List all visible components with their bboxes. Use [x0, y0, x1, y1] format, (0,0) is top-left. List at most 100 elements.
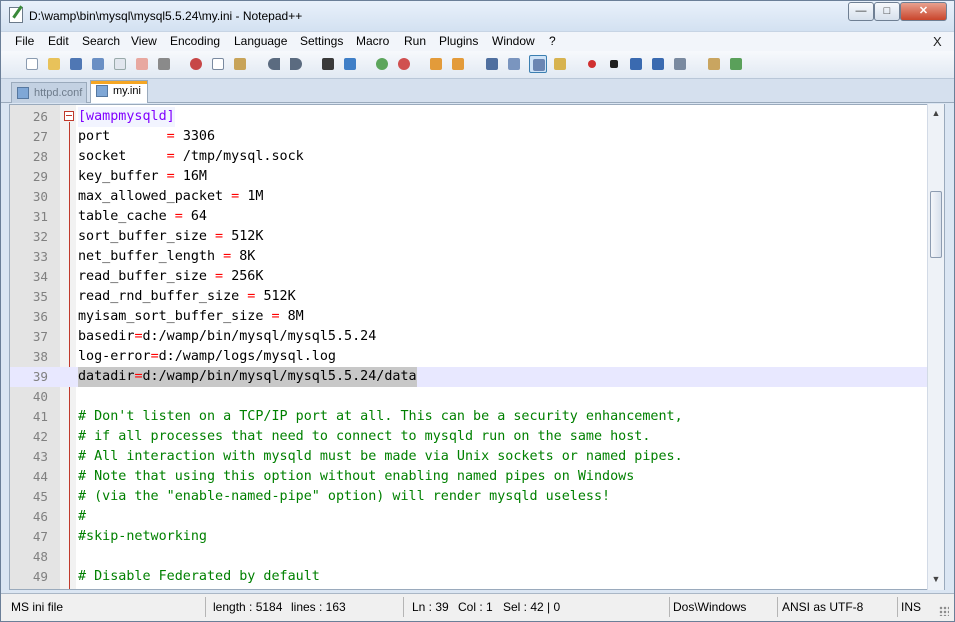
config-value: d:/wamp/bin/mysql/mysql5.5.24/data [142, 369, 417, 384]
code-line[interactable]: 29 key_buffer = 16M [10, 167, 928, 187]
title-bar[interactable]: D:\wamp\bin\mysql\mysql5.5.24\my.ini - N… [1, 1, 954, 31]
line-number: 40 [32, 389, 48, 404]
menu-settings[interactable]: Settings [300, 34, 343, 48]
new-file-icon[interactable] [23, 55, 41, 73]
menu-macro[interactable]: Macro [356, 34, 389, 48]
line-number: 30 [32, 189, 48, 204]
status-mode: INS [901, 600, 922, 614]
menu-edit[interactable]: Edit [48, 34, 69, 48]
code-line[interactable]: 44 # Note that using this option without … [10, 467, 928, 487]
minimize-button[interactable]: — [848, 2, 874, 21]
code-line[interactable]: 27 port = 3306 [10, 127, 928, 147]
status-sel: Sel : 42 | 0 [503, 600, 561, 614]
equals-operator: = [207, 229, 232, 244]
equals-operator: = [134, 329, 143, 344]
menu-view[interactable]: View [131, 34, 157, 48]
close-document-button[interactable]: X [933, 34, 942, 49]
save-icon[interactable] [67, 55, 85, 73]
save-all-icon[interactable] [89, 55, 107, 73]
menu-run[interactable]: Run [404, 34, 426, 48]
show-all-chars-icon[interactable] [505, 55, 523, 73]
print-icon[interactable] [155, 55, 173, 73]
editor-area[interactable]: 26 [wampmysqld] 27 port = 3306 28 socket = /t… [9, 104, 945, 590]
window-title: D:\wamp\bin\mysql\mysql5.5.24\my.ini - N… [29, 9, 303, 23]
line-number: 43 [32, 449, 48, 464]
tab-label: my.ini [113, 85, 141, 97]
tab-my-ini[interactable]: my.ini [90, 80, 148, 103]
notepad-app-icon[interactable] [9, 7, 23, 23]
zoom-out-icon[interactable] [395, 55, 413, 73]
code-line[interactable]: 28 socket = /tmp/mysql.sock [10, 147, 928, 167]
code-text: key_buffer = 16M [78, 167, 207, 187]
sync-vertical-icon[interactable] [427, 55, 445, 73]
close-all-icon[interactable] [133, 55, 151, 73]
paste-icon[interactable] [231, 55, 249, 73]
replace-icon[interactable] [341, 55, 359, 73]
play-multiple-icon[interactable] [649, 55, 667, 73]
maximize-button[interactable]: □ [874, 2, 900, 21]
scroll-up-icon[interactable]: ▲ [931, 108, 941, 118]
line-number: 34 [32, 269, 48, 284]
word-wrap-icon[interactable] [483, 55, 501, 73]
copy-icon[interactable] [209, 55, 227, 73]
code-line[interactable]: 35 read_rnd_buffer_size = 512K [10, 287, 928, 307]
save-macro-icon[interactable] [671, 55, 689, 73]
record-macro-icon[interactable] [583, 55, 601, 73]
menu-help[interactable]: ? [549, 34, 556, 48]
close-button[interactable]: ✕ [900, 2, 947, 21]
code-line[interactable]: 38 log-error=d:/wamp/logs/mysql.log [10, 347, 928, 367]
code-line[interactable]: 47 #skip-networking [10, 527, 928, 547]
code-line[interactable]: 41 # Don't listen on a TCP/IP port at all… [10, 407, 928, 427]
code-text: sort_buffer_size = 512K [78, 227, 263, 247]
comment-text: #skip-networking [78, 529, 207, 544]
code-line[interactable]: 45 # (via the "enable-named-pipe" option)… [10, 487, 928, 507]
code-line[interactable]: 36 myisam_sort_buffer_size = 8M [10, 307, 928, 327]
play-macro-icon[interactable] [627, 55, 645, 73]
sync-horizontal-icon[interactable] [449, 55, 467, 73]
vertical-scrollbar[interactable]: ▲ ▼ [927, 104, 944, 590]
code-line[interactable]: 49 # Disable Federated by default [10, 567, 928, 587]
undo-icon[interactable] [265, 55, 283, 73]
spell-check-icon[interactable] [727, 55, 745, 73]
code-line[interactable]: 43 # All interaction with mysqld must be … [10, 447, 928, 467]
scroll-down-icon[interactable]: ▼ [931, 574, 941, 584]
config-value: 16M [182, 169, 207, 184]
menu-encoding[interactable]: Encoding [170, 34, 220, 48]
status-eol: Dos\Windows [673, 600, 747, 614]
menu-file[interactable]: File [15, 34, 34, 48]
menu-language[interactable]: Language [234, 34, 287, 48]
menu-window[interactable]: Window [492, 34, 535, 48]
resize-grip-icon[interactable] [939, 606, 949, 616]
stop-record-icon[interactable] [605, 55, 623, 73]
user-lang-icon[interactable] [551, 55, 569, 73]
zoom-in-icon[interactable] [373, 55, 391, 73]
code-line[interactable]: 31 table_cache = 64 [10, 207, 928, 227]
redo-icon[interactable] [287, 55, 305, 73]
close-file-icon[interactable] [111, 55, 129, 73]
code-line[interactable]: 33 net_buffer_length = 8K [10, 247, 928, 267]
code-line[interactable]: 32 sort_buffer_size = 512K [10, 227, 928, 247]
code-line[interactable]: 26 [wampmysqld] [10, 107, 928, 127]
code-line[interactable]: 37 basedir=d:/wamp/bin/mysql/mysql5.5.24 [10, 327, 928, 347]
find-icon[interactable] [319, 55, 337, 73]
config-key: myisam_sort_buffer_size [78, 309, 264, 324]
trim-icon[interactable] [705, 55, 723, 73]
scroll-thumb[interactable] [930, 191, 942, 258]
code-line[interactable]: 39 datadir=d:/wamp/bin/mysql/mysql5.5.24/… [10, 367, 928, 387]
menu-search[interactable]: Search [82, 34, 120, 48]
config-key: net_buffer_length [78, 249, 216, 264]
config-key: sort_buffer_size [78, 229, 207, 244]
cut-icon[interactable] [187, 55, 205, 73]
code-line[interactable]: 34 read_buffer_size = 256K [10, 267, 928, 287]
minimize-icon: — [855, 5, 867, 17]
tab-httpd-conf[interactable]: httpd.conf [11, 82, 87, 103]
code-line[interactable]: 40 [10, 387, 928, 407]
indent-guide-icon[interactable] [529, 55, 547, 73]
open-file-icon[interactable] [45, 55, 63, 73]
menu-plugins[interactable]: Plugins [439, 34, 478, 48]
code-line[interactable]: 48 [10, 547, 928, 567]
config-value: 8K [239, 249, 256, 264]
code-line[interactable]: 46 # [10, 507, 928, 527]
code-line[interactable]: 42 # if all processes that need to connec… [10, 427, 928, 447]
code-line[interactable]: 30 max_allowed_packet = 1M [10, 187, 928, 207]
